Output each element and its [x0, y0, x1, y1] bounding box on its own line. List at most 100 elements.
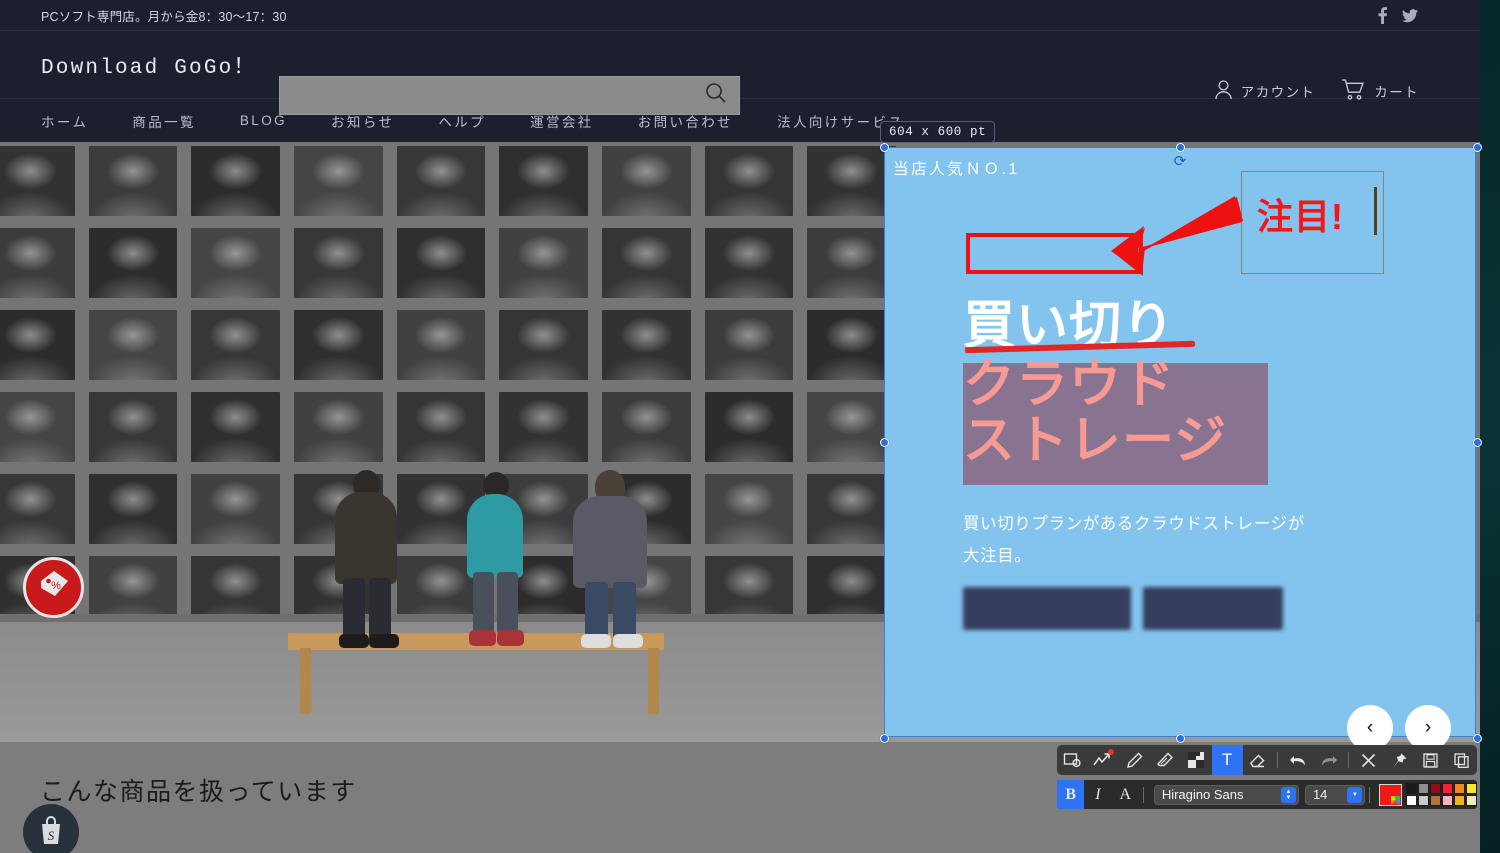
chevron-down-icon[interactable]: ▼: [1347, 786, 1363, 803]
color-swatch[interactable]: [1405, 795, 1417, 806]
color-swatch[interactable]: [1465, 783, 1477, 794]
bold-button[interactable]: B: [1057, 780, 1085, 809]
portrait-photo: [0, 392, 75, 462]
resize-handle-nw[interactable]: [880, 143, 889, 152]
color-swatch[interactable]: [1453, 783, 1465, 794]
color-swatch[interactable]: [1441, 783, 1453, 794]
color-swatch[interactable]: [1429, 783, 1441, 794]
font-family-select[interactable]: Hiragino Sans ▲ ▼: [1153, 784, 1299, 805]
callout-text: 注目!: [1257, 196, 1344, 237]
portrait-photo: [499, 228, 588, 298]
color-swatch[interactable]: [1429, 795, 1441, 806]
portrait-photo: [807, 310, 896, 380]
copy-button[interactable]: [1446, 745, 1477, 775]
twitter-icon[interactable]: [1402, 8, 1418, 23]
portrait-photo: [88, 392, 178, 462]
resize-handle-w[interactable]: [880, 438, 889, 447]
slide-cta-button[interactable]: [963, 587, 1131, 630]
arrow-tool-badge: [1107, 749, 1114, 755]
rotate-handle[interactable]: ⟳: [1174, 154, 1187, 169]
slide-heading-secondary: クラウド ストレージ: [963, 356, 1227, 470]
user-icon: [1215, 79, 1232, 103]
store-hours-text: PCソフト専門店。月から金8：30〜17：30: [41, 9, 287, 24]
italic-button[interactable]: I: [1084, 780, 1111, 809]
portrait-photo: [396, 310, 486, 380]
search-icon[interactable]: [705, 82, 727, 109]
color-swatch[interactable]: [1405, 783, 1417, 794]
color-swatch[interactable]: [1417, 795, 1429, 806]
portrait-photo: [88, 146, 178, 216]
portrait-photo: [88, 474, 178, 544]
color-swatch[interactable]: [1465, 795, 1477, 806]
shopping-bag-icon: S: [36, 814, 66, 851]
eraser-tool-button[interactable]: [1243, 745, 1274, 775]
portrait-photo: [704, 392, 794, 462]
portrait-photo: [499, 310, 588, 380]
toolbar-divider: [1348, 752, 1350, 768]
color-swatch[interactable]: [1453, 795, 1465, 806]
save-button[interactable]: [1415, 745, 1446, 775]
account-label: アカウント: [1240, 85, 1316, 100]
portrait-photo: [191, 310, 280, 380]
font-size-select[interactable]: 14 ▼: [1304, 784, 1366, 805]
screenshot-tool-button[interactable]: [1057, 745, 1088, 775]
main-navigation: ホーム 商品一覧 BLOG お知らせ ヘルプ 運営会社 お問い合わせ 法人向けサ…: [0, 99, 1480, 142]
current-color-swatch[interactable]: [1379, 783, 1402, 806]
shop-badge[interactable]: S: [23, 804, 79, 853]
portrait-photo: [293, 228, 383, 298]
bench-leg: [300, 648, 311, 714]
portrait-photo: [88, 310, 178, 380]
resize-handle-e[interactable]: [1473, 438, 1482, 447]
portrait-photo: [807, 392, 896, 462]
section-title: こんな商品を扱っています: [40, 778, 357, 806]
discount-badge[interactable]: %: [23, 557, 84, 618]
resize-handle-se[interactable]: [1473, 734, 1482, 743]
portrait-photo: [191, 392, 280, 462]
resize-handle-s[interactable]: [1176, 734, 1185, 743]
cart-icon: [1341, 79, 1365, 103]
portrait-photo: [293, 392, 383, 462]
redo-button[interactable]: [1313, 745, 1344, 775]
chevron-updown-icon[interactable]: ▲ ▼: [1280, 786, 1296, 803]
portrait-photo: [293, 146, 383, 216]
pin-button[interactable]: [1384, 745, 1415, 775]
discount-tag-icon: %: [37, 568, 71, 607]
account-button[interactable]: アカウント: [1215, 79, 1316, 103]
portrait-photo: [0, 310, 75, 380]
nav-item-products[interactable]: 商品一覧: [132, 111, 196, 131]
text-outline-button[interactable]: A: [1112, 780, 1139, 809]
resize-handle-n[interactable]: [1176, 143, 1185, 152]
resize-handle-ne[interactable]: [1473, 143, 1482, 152]
color-palette[interactable]: [1405, 783, 1477, 806]
close-button[interactable]: [1353, 745, 1384, 775]
font-size-value: 14: [1312, 787, 1328, 802]
pencil-tool-button[interactable]: [1119, 745, 1150, 775]
toolbar-tools-row: T: [1057, 745, 1477, 775]
toolbar-divider: [1369, 786, 1371, 803]
toolbar-divider: [1142, 786, 1144, 803]
slide-cta-button[interactable]: [1143, 587, 1283, 630]
font-family-value: Hiragino Sans: [1161, 787, 1244, 802]
color-swatch[interactable]: [1441, 795, 1453, 806]
search-input[interactable]: [279, 76, 740, 115]
svg-text:%: %: [51, 580, 61, 592]
arrow-tool-button[interactable]: [1088, 745, 1119, 775]
portrait-photo: [191, 474, 280, 544]
resize-handle-sw[interactable]: [880, 734, 889, 743]
cart-button[interactable]: カート: [1341, 79, 1419, 103]
annotation-selection-region[interactable]: 604 x 600 pt ⟳ 当店人気ＮＯ.1 買い切り クラウド ストレージ 買…: [880, 121, 1482, 751]
nav-item-blog[interactable]: BLOG: [240, 113, 287, 128]
text-tool-button[interactable]: T: [1211, 745, 1243, 775]
toolbar-text-style-row: B I A Hiragino Sans ▲ ▼ 14 ▼: [1057, 780, 1477, 809]
undo-button[interactable]: [1282, 745, 1313, 775]
mosaic-tool-button[interactable]: [1181, 745, 1212, 775]
facebook-icon[interactable]: [1377, 7, 1388, 24]
nav-item-home[interactable]: ホーム: [41, 111, 88, 131]
portrait-photo: [807, 228, 896, 298]
portrait-photo: [601, 310, 691, 380]
color-swatch[interactable]: [1417, 783, 1429, 794]
site-logo[interactable]: Download GoGo！: [41, 50, 257, 80]
portrait-photo: [396, 392, 486, 462]
text-cursor-caret: [1374, 187, 1377, 235]
highlighter-tool-button[interactable]: [1150, 745, 1181, 775]
